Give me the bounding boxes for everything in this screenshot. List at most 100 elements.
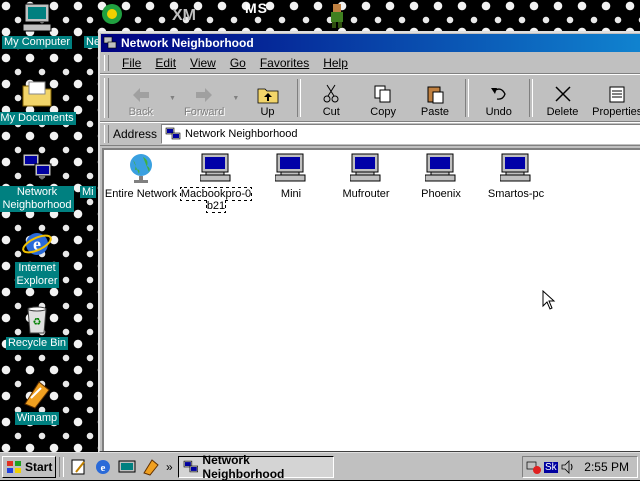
ms-label: MS bbox=[245, 0, 268, 16]
cut-button[interactable]: Cut bbox=[305, 75, 357, 121]
winamp-icon bbox=[21, 378, 53, 410]
desktop-icon-internet-explorer[interactable]: e Internet Explorer bbox=[0, 228, 77, 288]
desktop-icon-partial-xmplay[interactable]: XM bbox=[170, 2, 204, 31]
desktop-icon-label: My Computer bbox=[1, 36, 73, 49]
address-value: Network Neighborhood bbox=[185, 128, 298, 140]
taskbar: Start e » Network Neighborhood Sk 2:55 P… bbox=[0, 452, 640, 481]
internet-explorer-icon[interactable]: e bbox=[94, 458, 112, 476]
menu-go[interactable]: Go bbox=[223, 56, 253, 70]
network-item-mufrouter[interactable]: Mufrouter bbox=[329, 152, 403, 200]
computer-icon bbox=[274, 152, 307, 184]
address-grip[interactable] bbox=[104, 125, 109, 143]
network-item-mini[interactable]: Mini bbox=[254, 152, 328, 200]
show-desktop-icon[interactable] bbox=[118, 458, 136, 476]
network-neighborhood-icon bbox=[165, 127, 181, 140]
menu-help[interactable]: Help bbox=[316, 56, 355, 70]
copy-label: Copy bbox=[370, 106, 396, 118]
desktop-icon-label: Internet Explorer bbox=[14, 262, 60, 288]
item-label: Smartos-pc bbox=[487, 188, 545, 200]
toolbar-grip[interactable] bbox=[104, 78, 109, 118]
desktop-icon-winamp[interactable]: Winamp bbox=[0, 378, 77, 425]
cut-label: Cut bbox=[322, 106, 340, 118]
taskbar-button-network-neighborhood[interactable]: Network Neighborhood bbox=[177, 452, 334, 481]
toolbar: Back ▼ Forward ▼ Up Cut Copy Paste Undo bbox=[100, 74, 640, 122]
forward-button[interactable]: Forward bbox=[178, 75, 230, 121]
desktop-icon-network-neighborhood[interactable]: Network Neighborhood bbox=[0, 152, 77, 212]
paste-button[interactable]: Paste bbox=[409, 75, 461, 121]
menu-edit[interactable]: Edit bbox=[148, 56, 183, 70]
properties-icon bbox=[609, 86, 625, 103]
network-neighborhood-icon bbox=[21, 152, 53, 184]
menu-favorites[interactable]: Favorites bbox=[253, 56, 316, 70]
up-button[interactable]: Up bbox=[242, 75, 294, 121]
undo-label: Undo bbox=[485, 106, 512, 118]
task-label: Network Neighborhood bbox=[202, 452, 285, 481]
properties-button[interactable]: Properties bbox=[588, 75, 640, 121]
winamp-icon[interactable] bbox=[142, 458, 160, 476]
copy-button[interactable]: Copy bbox=[357, 75, 409, 121]
back-dropdown[interactable]: ▼ bbox=[167, 75, 179, 121]
network-status-icon[interactable] bbox=[526, 459, 542, 475]
internet-explorer-icon: e bbox=[21, 228, 53, 260]
quick-launch-chevron-icon[interactable]: » bbox=[166, 460, 173, 474]
explorer-window: Network Neighborhood File Edit View Go F… bbox=[98, 31, 640, 453]
computer-icon bbox=[199, 152, 232, 184]
clock[interactable]: 2:55 PM bbox=[584, 460, 629, 474]
start-button[interactable]: Start bbox=[2, 455, 56, 478]
item-label: Mini bbox=[280, 188, 302, 200]
svg-text:e: e bbox=[101, 462, 106, 474]
address-field[interactable]: Network Neighborhood bbox=[161, 124, 640, 144]
forward-dropdown[interactable]: ▼ bbox=[230, 75, 242, 121]
computer-icon bbox=[424, 152, 457, 184]
item-label: Mufrouter bbox=[342, 188, 390, 200]
network-neighborhood-icon bbox=[183, 460, 198, 472]
desktop-icon-partial-soldier[interactable] bbox=[326, 2, 348, 31]
desktop-icon-my-documents[interactable]: My Documents bbox=[0, 78, 77, 125]
address-bar: Address Network Neighborhood bbox=[100, 122, 640, 146]
up-label: Up bbox=[260, 106, 275, 118]
delete-button[interactable]: Delete bbox=[537, 75, 589, 121]
address-label: Address bbox=[113, 127, 158, 141]
network-item-macbookpro[interactable]: Macbookpro-0 b21 bbox=[179, 152, 253, 213]
network-neighborhood-icon bbox=[103, 36, 117, 49]
desktop-icon-partial-top-1[interactable] bbox=[100, 2, 124, 29]
network-item-entire-network[interactable]: Entire Network bbox=[104, 152, 178, 200]
item-label: Phoenix bbox=[421, 188, 461, 200]
toolbar-separator bbox=[297, 79, 302, 117]
menu-file[interactable]: File bbox=[115, 56, 148, 70]
item-label: Macbookpro-0 b21 bbox=[179, 187, 253, 213]
toolbar-separator bbox=[528, 79, 533, 117]
edit-document-icon[interactable] bbox=[70, 458, 88, 476]
volume-speaker-icon[interactable] bbox=[560, 459, 576, 475]
content-area[interactable]: Entire Network Macbookpro-0 b21 Mini Muf… bbox=[102, 148, 640, 451]
my-computer-icon bbox=[21, 2, 53, 34]
menu-view[interactable]: View bbox=[183, 56, 223, 70]
network-item-smartos-pc[interactable]: Smartos-pc bbox=[479, 152, 553, 200]
back-arrow-icon bbox=[132, 88, 149, 102]
game-character-icon bbox=[331, 4, 343, 28]
computer-icon bbox=[499, 152, 532, 184]
menu-bar: File Edit View Go Favorites Help bbox=[100, 53, 640, 74]
desktop-icon-recycle-bin[interactable]: ♻ Recycle Bin bbox=[0, 303, 77, 350]
desktop-icon-partial-mi[interactable]: Mi bbox=[80, 186, 96, 198]
folder-icon bbox=[21, 78, 53, 110]
desktop-icon-partial-ms[interactable]: MS bbox=[245, 0, 268, 16]
menu-grip[interactable] bbox=[104, 55, 109, 71]
desktop-icon-my-computer[interactable]: My Computer bbox=[0, 2, 77, 49]
delete-label: Delete bbox=[546, 106, 579, 118]
toolbar-separator bbox=[464, 79, 469, 117]
undo-button[interactable]: Undo bbox=[473, 75, 525, 121]
back-label: Back bbox=[128, 106, 154, 118]
desktop-icon-label: My Documents bbox=[0, 112, 76, 125]
scissors-icon bbox=[323, 84, 339, 103]
language-indicator[interactable]: Sk bbox=[544, 461, 558, 473]
item-label: Entire Network bbox=[104, 188, 178, 200]
properties-label: Properties bbox=[592, 106, 640, 118]
undo-icon bbox=[490, 88, 506, 100]
network-item-phoenix[interactable]: Phoenix bbox=[404, 152, 478, 200]
title-bar[interactable]: Network Neighborhood bbox=[101, 34, 640, 52]
copy-icon bbox=[374, 85, 391, 103]
back-button[interactable]: Back bbox=[115, 75, 167, 121]
window-title: Network Neighborhood bbox=[121, 36, 254, 50]
mouse-cursor-icon bbox=[542, 290, 556, 310]
